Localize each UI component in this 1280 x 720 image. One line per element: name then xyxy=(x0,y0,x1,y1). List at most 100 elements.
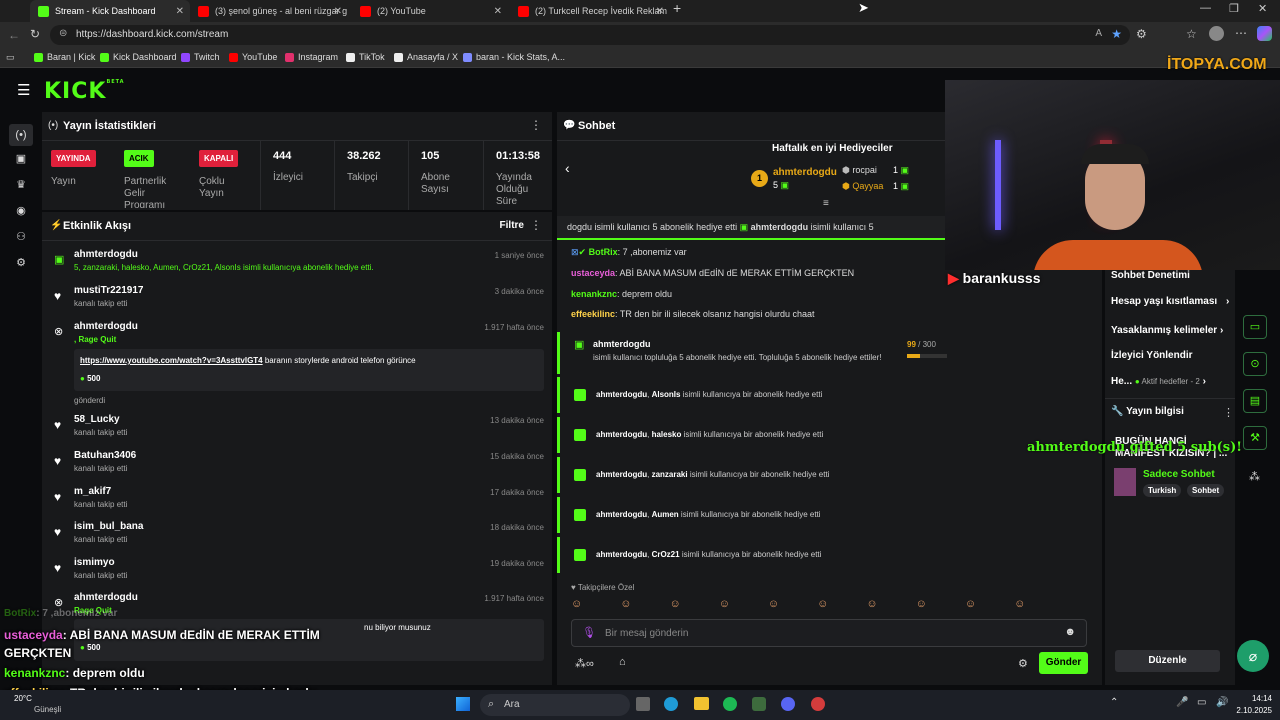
chat-input[interactable]: 🎙 Bir mesaj gönderin ☻ xyxy=(571,619,1087,647)
chat-username[interactable]: kenankznc xyxy=(571,289,617,299)
tab-youtube-song[interactable]: (3) şenol güneş - al beni rüzgar g ✕ xyxy=(190,0,348,22)
store-icon[interactable]: ⌂ xyxy=(619,656,626,668)
layout-rail-icon[interactable]: ▤ xyxy=(1243,389,1267,413)
gift-user[interactable]: ahmterdogdu xyxy=(593,339,651,349)
account-age-item[interactable]: Hesap yaşı kısıtlaması › xyxy=(1111,296,1229,307)
reload-icon[interactable]: ↻ xyxy=(30,27,40,41)
discord-icon[interactable] xyxy=(781,697,795,711)
chat-username[interactable]: BotRix xyxy=(589,247,618,257)
new-tab-button[interactable]: + xyxy=(673,0,681,16)
sidebar-toggle-icon[interactable]: ▭ xyxy=(6,52,15,63)
chat-rail-icon[interactable]: ▭ xyxy=(1243,315,1267,339)
emote-row[interactable]: ☺☺☺☺☺☺☺☺☺☺ xyxy=(571,598,1091,614)
edge-icon[interactable] xyxy=(664,697,678,711)
close-tab-icon[interactable]: ✕ xyxy=(176,6,184,17)
site-info-icon[interactable]: ⊜ xyxy=(59,28,67,39)
mic-icon[interactable]: 🎙 xyxy=(582,626,596,639)
tray-overflow-icon[interactable]: ⌃ xyxy=(1110,697,1118,708)
activity-user[interactable]: mustiTr221917 xyxy=(74,285,144,296)
stats-menu-icon[interactable]: ⋮ xyxy=(530,118,542,132)
volume-icon[interactable]: 🔊 xyxy=(1216,697,1228,708)
stream-nav-icon[interactable]: (•) xyxy=(9,124,33,146)
close-tab-icon[interactable]: ✕ xyxy=(334,6,342,17)
youtube-link[interactable]: https://www.youtube.com/watch?v=3Assttvl… xyxy=(80,356,263,365)
bookmark-kick-stats[interactable]: baran - Kick Stats, A... xyxy=(463,52,565,62)
trophy-nav-icon[interactable]: ♛ xyxy=(13,178,29,194)
activity-user[interactable]: Batuhan3406 xyxy=(74,450,136,461)
url-field[interactable]: ⊜ https://dashboard.kick.com/stream A ★ xyxy=(50,25,1130,45)
file-explorer-icon[interactable] xyxy=(694,697,709,710)
filter-button[interactable]: Filtre xyxy=(500,220,524,231)
collapse-icon[interactable]: ≡ xyxy=(823,198,829,209)
tab-youtube[interactable]: (2) YouTube ✕ xyxy=(352,0,508,22)
activity-user[interactable]: 58_Lucky xyxy=(74,414,120,425)
bookmark-kick-dashboard[interactable]: Kick Dashboard xyxy=(100,52,177,62)
favorites-icon[interactable]: ☆ xyxy=(1186,27,1197,41)
favorite-star-icon[interactable]: ★ xyxy=(1111,27,1122,41)
close-tab-icon[interactable]: ✕ xyxy=(656,6,664,17)
activity-user[interactable]: ahmterdogdu xyxy=(74,321,138,332)
send-button[interactable]: Gönder xyxy=(1039,652,1088,674)
chat-moderation-item[interactable]: Sohbet Denetimi xyxy=(1111,270,1190,281)
back-icon[interactable]: ← xyxy=(8,28,20,42)
kicks-gift-icon[interactable]: ⁂∞ xyxy=(575,657,594,670)
edit-button[interactable]: Düzenle xyxy=(1115,650,1220,672)
bookmark-tiktok[interactable]: TikTok xyxy=(346,52,385,62)
tab-kick-dashboard[interactable]: Stream - Kick Dashboard ✕ xyxy=(30,0,190,22)
wrench-rail-icon[interactable]: ⚒ xyxy=(1243,426,1267,450)
extensions-icon[interactable]: ⚙ xyxy=(1136,27,1147,41)
display-icon[interactable]: ▭ xyxy=(1197,697,1206,708)
hamburger-menu-icon[interactable]: ☰ xyxy=(17,81,30,99)
more-menu-icon[interactable]: ⋯ xyxy=(1235,26,1247,40)
activity-user[interactable]: ismimyo xyxy=(74,557,115,568)
analytics-nav-icon[interactable]: ▣ xyxy=(13,152,29,168)
clock-time[interactable]: 14:14 xyxy=(1232,694,1272,703)
community-nav-icon[interactable]: ⚇ xyxy=(13,230,29,246)
bookmark-baran-kick[interactable]: Baran | Kick xyxy=(34,52,95,62)
obs-icon[interactable] xyxy=(811,697,825,711)
bookmark-x[interactable]: Anasayfa / X xyxy=(394,52,458,62)
windows-start-icon[interactable] xyxy=(456,697,470,711)
broadcast-rail-icon[interactable]: ⊙ xyxy=(1243,352,1267,376)
close-tab-icon[interactable]: ✕ xyxy=(494,6,502,17)
read-aloud-icon[interactable]: A xyxy=(1095,28,1102,39)
activity-user[interactable]: ahmterdogdu xyxy=(74,249,138,260)
top-gifter-name[interactable]: ahmterdogdu xyxy=(773,167,837,178)
task-view-icon[interactable] xyxy=(636,697,650,711)
maximize-icon[interactable]: ❐ xyxy=(1229,2,1239,15)
banned-words-item[interactable]: Yasaklanmış kelimeler › xyxy=(1111,325,1223,336)
microphone-icon[interactable]: 🎤 xyxy=(1176,697,1188,708)
emoji-icon[interactable]: ☻ xyxy=(1064,626,1076,638)
more-rail-icon[interactable]: ⁂ xyxy=(1249,470,1260,483)
streamer-body xyxy=(1033,240,1203,270)
bookmark-instagram[interactable]: Instagram xyxy=(285,52,338,62)
weather-temp[interactable]: 20°C xyxy=(14,694,32,703)
moderation-nav-icon[interactable]: ◉ xyxy=(13,204,29,220)
spotify-icon[interactable] xyxy=(723,697,737,711)
goals-item[interactable]: He... ● Aktif hedefler - 2 › xyxy=(1111,376,1206,387)
chat-username[interactable]: effeekilinc xyxy=(571,309,615,319)
kick-logo[interactable]: KICKBETA xyxy=(44,79,125,104)
help-button[interactable]: ⌀ xyxy=(1237,640,1269,672)
window-close-icon[interactable]: ✕ xyxy=(1258,2,1267,15)
chat-settings-icon[interactable]: ⚙ xyxy=(1018,657,1028,670)
stream-info-menu-icon[interactable]: ⋮ xyxy=(1223,406,1234,419)
app-icon[interactable] xyxy=(752,697,766,711)
raid-item[interactable]: İzleyici Yönlendir xyxy=(1111,350,1193,361)
clock-date[interactable]: 2.10.2025 xyxy=(1232,706,1272,715)
tab-turkcell[interactable]: (2) Turkcell Recep İvedik Reklam ✕ xyxy=(510,0,670,22)
bookmark-twitch[interactable]: Twitch xyxy=(181,52,220,62)
activity-user[interactable]: ahmterdogdu xyxy=(74,592,138,603)
activity-user[interactable]: isim_bul_bana xyxy=(74,521,143,532)
activity-menu-icon[interactable]: ⋮ xyxy=(530,218,542,232)
category-name[interactable]: Sadece Sohbet xyxy=(1143,469,1215,480)
bookmark-youtube[interactable]: YouTube xyxy=(229,52,277,62)
settings-nav-icon[interactable]: ⚙ xyxy=(13,256,29,272)
activity-user[interactable]: m_akif7 xyxy=(74,486,111,497)
chevron-left-icon[interactable]: ‹ xyxy=(565,160,570,176)
taskbar-search[interactable]: ⌕ Ara xyxy=(480,694,630,716)
chat-username[interactable]: ustaceyda xyxy=(571,268,615,278)
copilot-icon[interactable] xyxy=(1257,26,1272,41)
profile-avatar[interactable] xyxy=(1209,26,1224,41)
minimize-icon[interactable]: — xyxy=(1200,2,1211,14)
